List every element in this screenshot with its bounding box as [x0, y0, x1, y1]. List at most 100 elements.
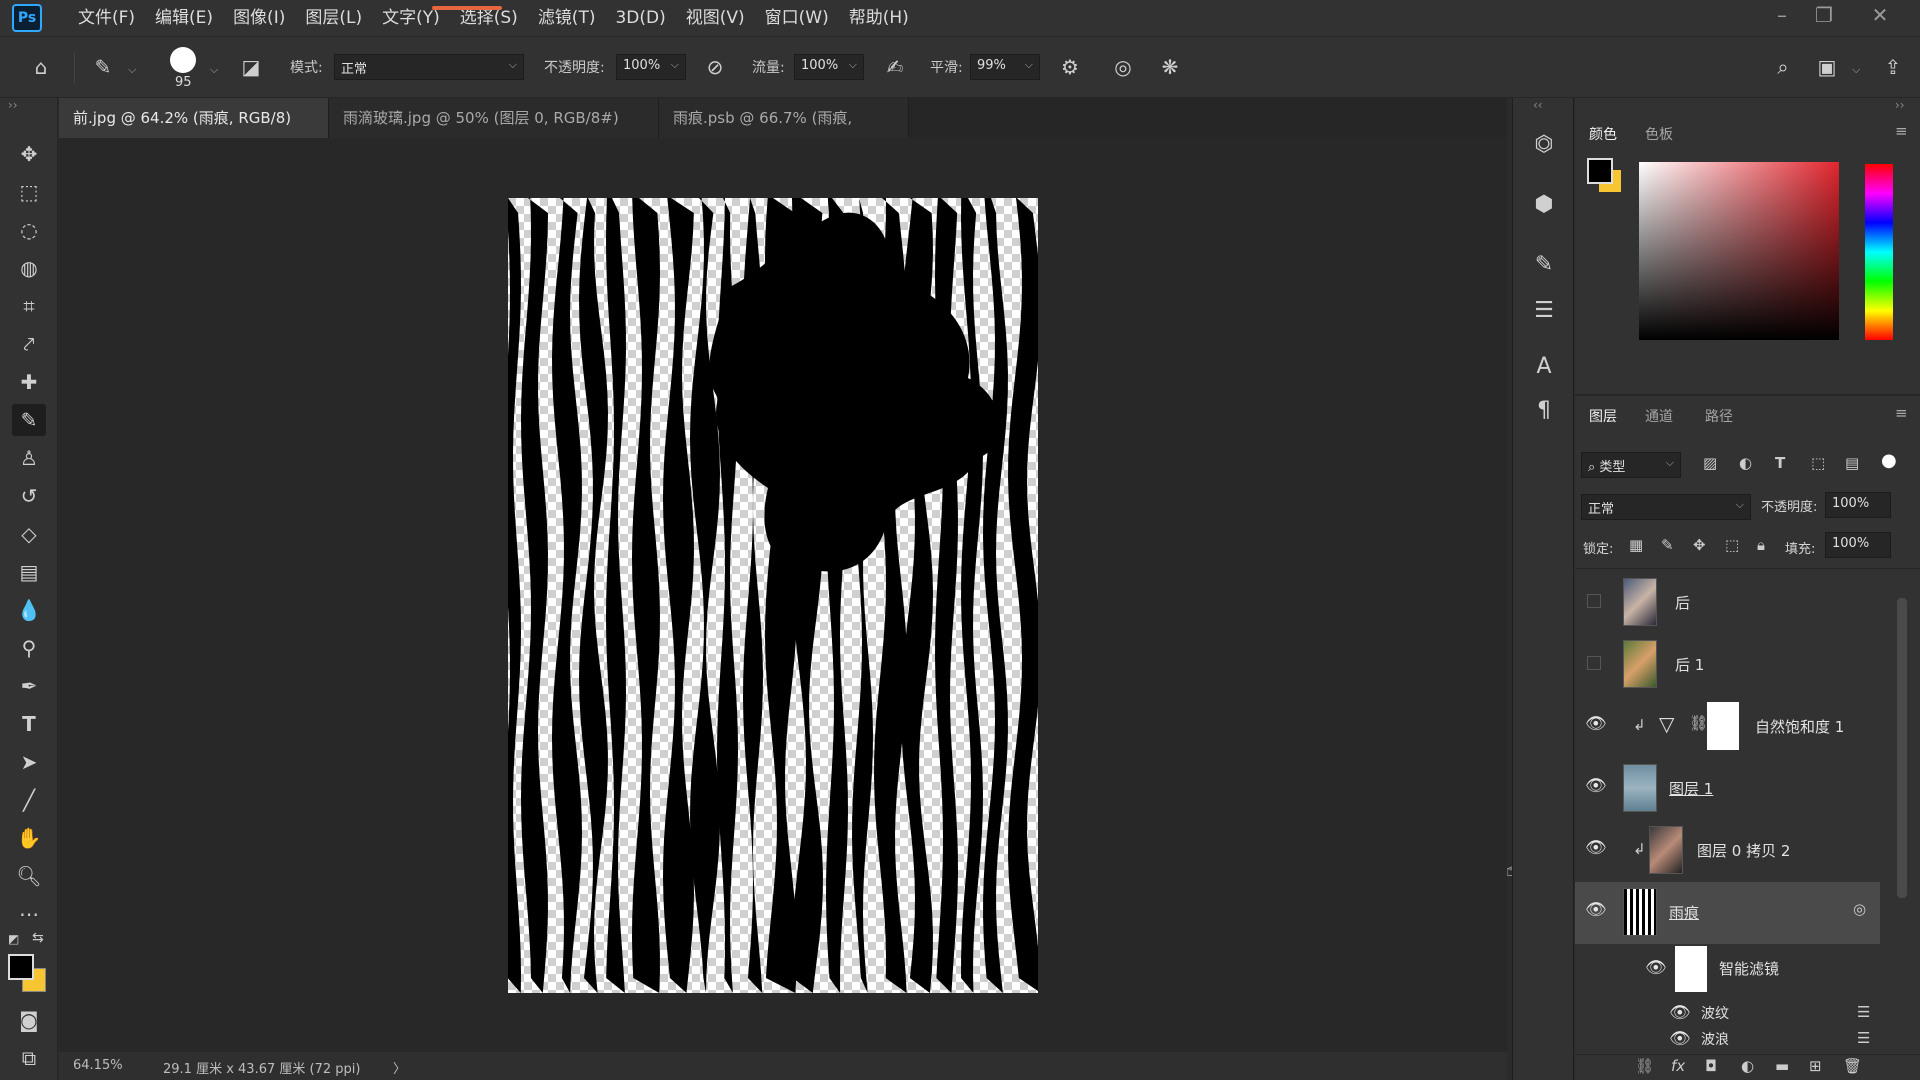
character-panel-icon[interactable]: A — [1527, 350, 1561, 384]
filter-name[interactable]: 波纹 — [1701, 1003, 1729, 1023]
document-canvas[interactable] — [508, 198, 1038, 993]
fill-input[interactable]: 100% — [1825, 532, 1891, 558]
filter-row[interactable]: 👁︎ 波纹 ☰ — [1575, 1000, 1880, 1026]
brush-settings-panel-icon[interactable]: ✎ — [1527, 248, 1561, 282]
restore-icon[interactable]: ❐ — [1802, 0, 1846, 30]
screen-mode-icon[interactable]: ⧉ — [12, 1042, 46, 1074]
filter-row[interactable]: 👁︎ 波浪 ☰ — [1575, 1026, 1880, 1052]
eyedropper-tool-icon[interactable]: ⤤ — [12, 328, 46, 360]
move-tool-icon[interactable]: ✥ — [12, 138, 46, 170]
layers-scrollbar[interactable] — [1897, 598, 1907, 898]
eye-icon[interactable]: 👁︎ — [1585, 776, 1607, 796]
pressure-opacity-icon[interactable]: ⊘ — [700, 52, 730, 82]
tab-document-3[interactable]: 雨痕.psb @ 66.7% (雨痕, RGB/8)✕ — [659, 98, 909, 167]
eraser-tool-icon[interactable]: ◇ — [12, 518, 46, 550]
lock-artboard-icon[interactable]: ⬚ — [1725, 536, 1739, 554]
tab-paths[interactable]: 路径 — [1705, 406, 1733, 426]
menu-file[interactable]: 文件(F) — [68, 0, 145, 36]
menu-help[interactable]: 帮助(H) — [839, 0, 919, 36]
chain-icon[interactable]: ⛓ — [1689, 714, 1708, 732]
history-panel-icon[interactable]: ⏣ — [1527, 128, 1561, 162]
trash-icon[interactable]: 🗑︎ — [1843, 1057, 1862, 1075]
smart-object-filter-icon[interactable]: ▤ — [1845, 454, 1859, 472]
eye-icon[interactable]: 👁︎ — [1585, 900, 1607, 920]
share-icon[interactable]: ⇪ — [1878, 52, 1908, 82]
layer-name[interactable]: 图层 0 拷贝 2 — [1697, 840, 1790, 861]
visibility-toggle[interactable] — [1587, 594, 1601, 608]
filter-options-icon[interactable]: ☰ — [1857, 1003, 1870, 1021]
shape-filter-icon[interactable]: ⬚ — [1811, 454, 1825, 472]
collapse-icon[interactable]: ›› — [1895, 98, 1905, 112]
lock-all-icon[interactable]: 🔒︎ — [1757, 536, 1765, 554]
tab-document-1[interactable]: 前.jpg @ 64.2% (雨痕, RGB/8) *✕ — [59, 98, 329, 167]
layer-row[interactable]: 后 1 — [1575, 634, 1880, 696]
workspace-icon[interactable]: ▣ — [1812, 52, 1842, 82]
eye-icon[interactable]: 👁︎ — [1645, 958, 1667, 978]
default-colors-icon[interactable]: ◩ — [8, 932, 19, 946]
pen-tool-icon[interactable]: ✒ — [12, 670, 46, 702]
image-filter-icon[interactable]: ▨ — [1703, 454, 1717, 472]
foreground-color-swatch[interactable] — [8, 954, 34, 980]
layer-row[interactable]: 👁︎ 图层 1 — [1575, 758, 1880, 820]
menu-edit[interactable]: 编辑(E) — [145, 0, 223, 36]
adjustment-layer-icon[interactable]: ◐ — [1741, 1057, 1754, 1075]
paragraph-panel-icon[interactable]: ¶ — [1527, 394, 1561, 428]
layer-filter-select[interactable]: ⌕ 类型 ⌵ — [1581, 452, 1681, 478]
new-layer-icon[interactable]: ⊞ — [1809, 1057, 1822, 1075]
close-icon[interactable]: ✕ — [1858, 0, 1902, 30]
type-tool-icon[interactable]: T — [12, 708, 46, 740]
gradient-tool-icon[interactable]: ▤ — [12, 556, 46, 588]
smart-filters-row[interactable]: 👁︎ 智能滤镜 — [1575, 944, 1880, 998]
mode-select[interactable]: 正常 ⌵ — [334, 54, 524, 80]
layer-name[interactable]: 图层 1 — [1669, 778, 1713, 799]
opacity-input[interactable]: 100% ⌵ — [616, 54, 686, 80]
quick-mask-icon[interactable]: ◙ — [12, 1004, 46, 1036]
foreground-color-swatch[interactable] — [1587, 158, 1613, 184]
marquee-tool-icon[interactable]: ⬚ — [12, 176, 46, 208]
visibility-toggle[interactable] — [1587, 656, 1601, 670]
eye-icon[interactable]: 👁︎ — [1669, 1029, 1691, 1049]
layer-name[interactable]: 自然饱和度 1 — [1755, 716, 1844, 737]
smoothing-input[interactable]: 99% ⌵ — [970, 54, 1040, 80]
chevron-down-icon[interactable]: ⌵ — [128, 63, 136, 77]
eye-icon[interactable]: 👁︎ — [1669, 1003, 1691, 1023]
add-mask-icon[interactable]: ◘ — [1705, 1057, 1717, 1075]
blur-tool-icon[interactable]: 💧 — [12, 594, 46, 626]
tab-swatches[interactable]: 色板 — [1645, 124, 1673, 144]
menu-3d[interactable]: 3D(D) — [605, 0, 675, 36]
collapse-icon[interactable]: ‹‹ — [1533, 98, 1543, 112]
history-brush-icon[interactable]: ↺ — [12, 480, 46, 512]
adjustment-filter-icon[interactable]: ◐ — [1739, 454, 1752, 472]
gear-icon[interactable]: ⚙ — [1055, 52, 1085, 82]
folder-icon[interactable]: ▬ — [1775, 1057, 1789, 1075]
swap-colors-icon[interactable]: ⇆ — [32, 930, 44, 946]
hand-tool-icon[interactable]: ✋ — [12, 822, 46, 854]
eye-icon[interactable]: 👁︎ — [1585, 714, 1607, 734]
adjustments-panel-icon[interactable]: ☰ — [1527, 294, 1561, 328]
lock-transparent-icon[interactable]: ▦ — [1629, 536, 1643, 554]
zoom-level[interactable]: 64.15% — [73, 1058, 123, 1073]
layer-opacity-input[interactable]: 100% — [1825, 492, 1891, 518]
tab-channels[interactable]: 通道 — [1645, 406, 1673, 426]
healing-brush-icon[interactable]: ✚ — [12, 366, 46, 398]
symmetry-icon[interactable]: ❋ — [1155, 52, 1185, 82]
pressure-size-icon[interactable]: ◎ — [1108, 52, 1138, 82]
panel-menu-icon[interactable]: ≡ — [1895, 122, 1908, 140]
color-picker-field[interactable] — [1639, 162, 1839, 340]
panel-menu-icon[interactable]: ≡ — [1895, 404, 1908, 422]
zoom-tool-icon[interactable]: 🔍︎ — [12, 860, 46, 892]
line-tool-icon[interactable]: ╱ — [12, 784, 46, 816]
chevron-down-icon[interactable]: ⌵ — [1852, 63, 1860, 77]
quick-select-tool-icon[interactable]: ◍ — [12, 252, 46, 284]
brush-tool-icon[interactable]: ✎ — [88, 52, 118, 82]
filter-name[interactable]: 波浪 — [1701, 1029, 1729, 1049]
type-filter-icon[interactable]: T — [1775, 454, 1785, 472]
layer-name[interactable]: 雨痕 — [1669, 902, 1699, 923]
layer-row[interactable]: 👁︎ ↲ 图层 0 拷贝 2 — [1575, 820, 1880, 882]
airbrush-icon[interactable]: ✍ — [880, 52, 910, 82]
lasso-tool-icon[interactable]: ◌ — [12, 214, 46, 246]
menu-filter[interactable]: 滤镜(T) — [528, 0, 606, 36]
more-tools-icon[interactable]: ⋯ — [12, 898, 46, 930]
brush-tool-icon[interactable]: ✎ — [12, 404, 46, 436]
hue-slider[interactable] — [1865, 164, 1893, 340]
